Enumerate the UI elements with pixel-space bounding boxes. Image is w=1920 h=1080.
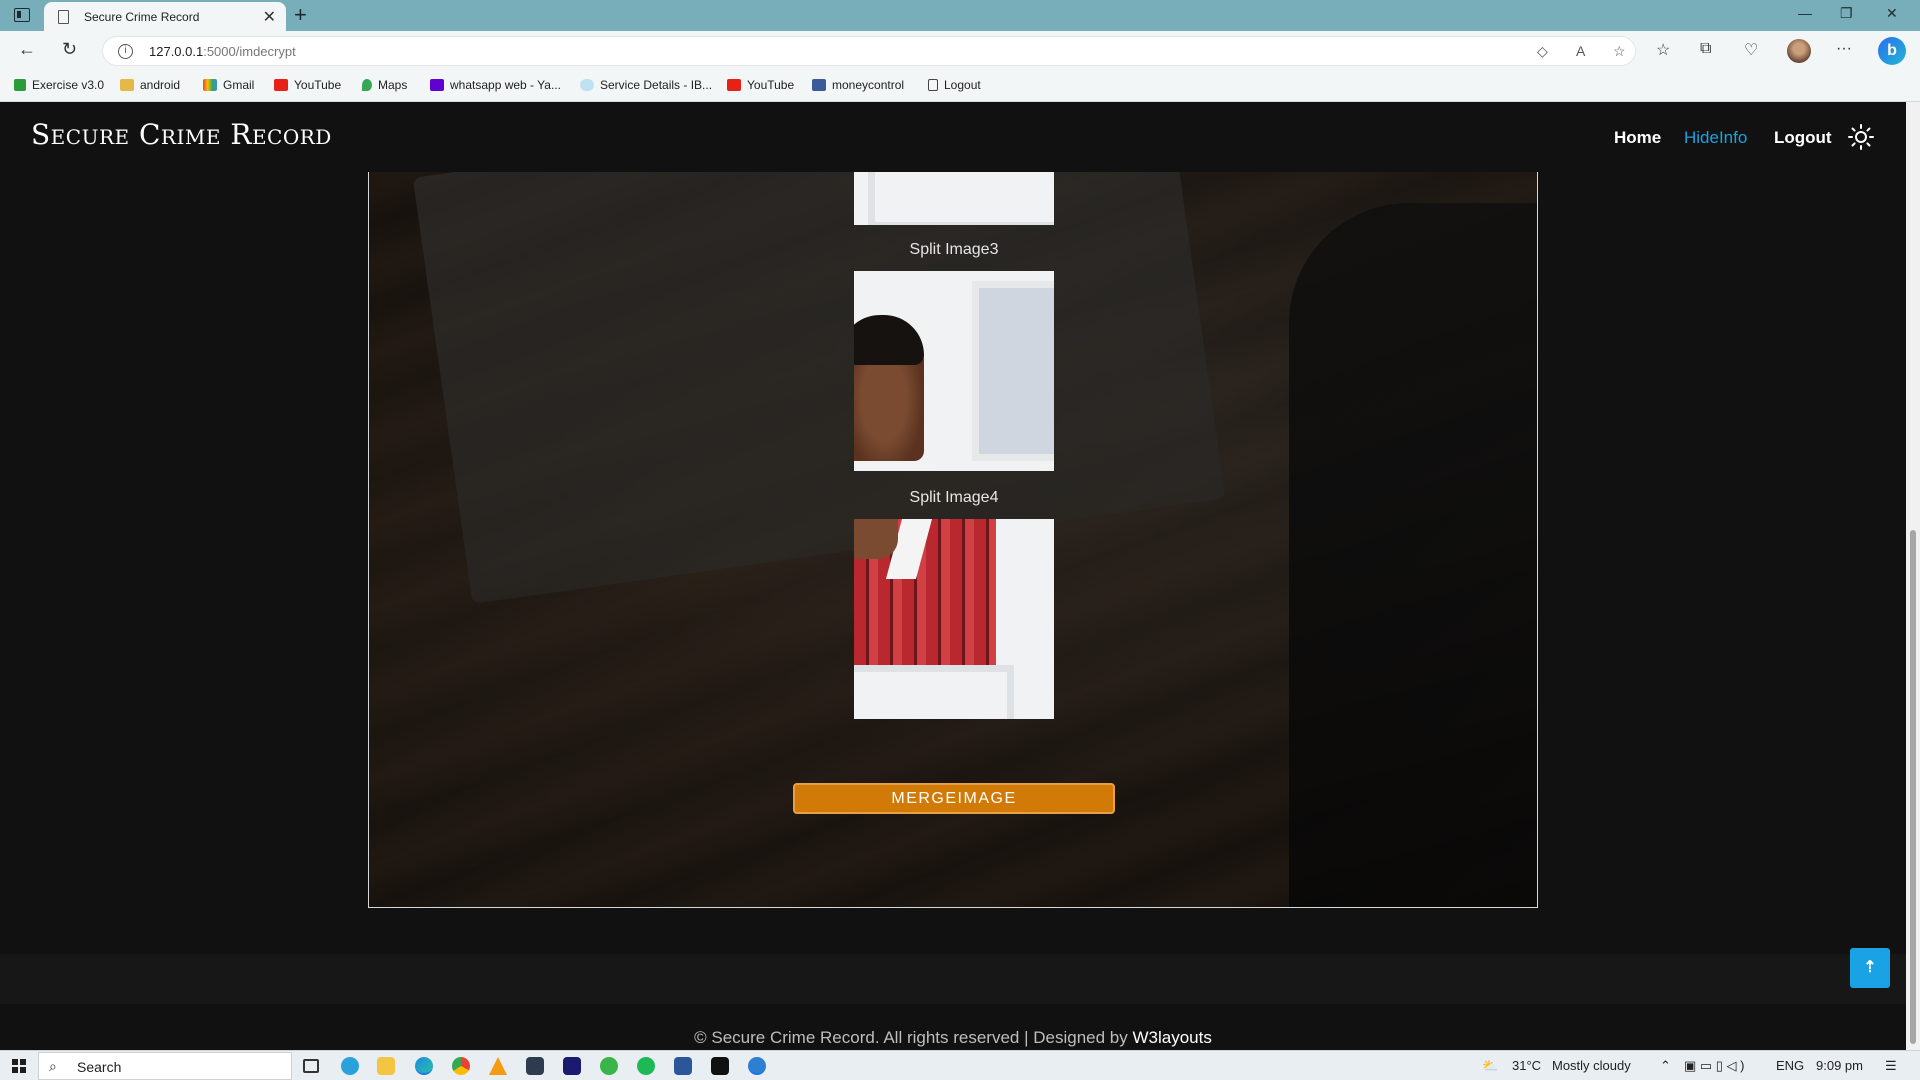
copilot-icon[interactable]: b	[1878, 37, 1906, 65]
profile-avatar[interactable]	[1787, 39, 1811, 63]
more-icon[interactable]: ···	[1836, 40, 1852, 58]
file-explorer-icon[interactable]	[377, 1057, 395, 1075]
restore-icon[interactable]: ❐	[1840, 5, 1853, 22]
bookmark-whatsapp[interactable]: whatsapp web - Ya...	[430, 78, 561, 92]
nav-hideinfo[interactable]: HideInfo	[1684, 128, 1747, 148]
folder-icon	[120, 79, 134, 91]
pycharm-icon[interactable]	[711, 1057, 729, 1075]
bookmark-android[interactable]: android	[120, 78, 180, 92]
favorites-icon[interactable]: ☆	[1656, 40, 1670, 60]
chrome-icon[interactable]	[452, 1057, 470, 1075]
edge-icon[interactable]	[415, 1057, 433, 1075]
kotlin-ide-icon[interactable]	[526, 1057, 544, 1075]
language-indicator[interactable]: ENG	[1776, 1058, 1804, 1073]
scrollbar-thumb[interactable]	[1910, 530, 1916, 1044]
split-image-3	[854, 271, 1054, 471]
page-icon	[58, 10, 69, 24]
bookmark-exercise[interactable]: Exercise v3.0	[14, 78, 104, 92]
footer-copyright: © Secure Crime Record. All rights reserv…	[694, 1028, 1212, 1047]
w-logo-icon	[14, 79, 26, 91]
content-panel: Split Image3 Split Image4 MERGEIMAGE	[368, 142, 1538, 908]
premiere-icon[interactable]	[563, 1057, 581, 1075]
read-aloud-icon[interactable]: A	[1576, 43, 1585, 59]
whatsapp-icon[interactable]	[600, 1057, 618, 1075]
refresh-icon[interactable]: ↻	[62, 39, 77, 60]
weather-temperature[interactable]: 31°C	[1512, 1058, 1541, 1073]
new-tab-icon[interactable]: +	[294, 2, 307, 28]
tray-apps-icon[interactable]: ▣ ▭ ▯ ◁ )	[1684, 1058, 1745, 1074]
bookmark-moneycontrol[interactable]: moneycontrol	[812, 78, 904, 92]
split-image-4	[854, 519, 1054, 719]
clock[interactable]: 9:09 pm	[1816, 1058, 1863, 1073]
theme-toggle-sun-icon[interactable]	[1848, 124, 1874, 150]
vlc-icon[interactable]	[489, 1057, 507, 1075]
split-image3-caption: Split Image3	[909, 241, 999, 258]
weather-icon[interactable]: ⛅	[1482, 1058, 1498, 1074]
bookmark-maps[interactable]: Maps	[362, 78, 407, 92]
address-bar[interactable]: i 127.0.0.1:5000/imdecrypt ◇ A ☆	[102, 36, 1636, 66]
url-text: 127.0.0.1:5000/imdecrypt	[149, 44, 296, 59]
bookmark-youtube-2[interactable]: YouTube	[727, 78, 794, 92]
tab-actions-icon[interactable]	[14, 8, 30, 22]
tag-icon[interactable]: ◇	[1537, 43, 1548, 60]
maps-icon	[362, 79, 372, 91]
yahoo-icon	[430, 79, 444, 91]
gmail-icon	[203, 79, 217, 91]
taskbar-search[interactable]: ⌕ Search	[38, 1052, 292, 1080]
web-page: Split Image3 Split Image4 MERGEIMAGE © S…	[0, 102, 1906, 1050]
nav-home[interactable]: Home	[1614, 128, 1661, 148]
footer-link[interactable]: W3layouts	[1132, 1028, 1211, 1047]
page-scrollbar[interactable]	[1906, 102, 1920, 1050]
weather-condition[interactable]: Mostly cloudy	[1552, 1058, 1631, 1073]
add-favorite-icon[interactable]: ☆	[1613, 43, 1626, 60]
task-view-icon[interactable]	[303, 1059, 319, 1073]
site-info-icon[interactable]: i	[118, 44, 133, 59]
notifications-icon[interactable]: ☰	[1885, 1058, 1897, 1074]
bookmark-gmail[interactable]: Gmail	[203, 78, 254, 92]
search-icon: ⌕	[49, 1058, 57, 1074]
site-brand[interactable]: Secure Crime Record	[31, 118, 332, 151]
bookmark-logout[interactable]: Logout	[928, 78, 981, 92]
cloud-icon	[580, 79, 594, 91]
site-header: Secure Crime Record Home HideInfo Logout	[0, 102, 1906, 172]
back-icon[interactable]: ←	[18, 39, 36, 60]
youtube-icon	[274, 79, 288, 91]
browser-toolbar: ← ↻ i 127.0.0.1:5000/imdecrypt ◇ A ☆ ☆ ⧉…	[0, 31, 1920, 71]
extensions-icon[interactable]: ♡	[1744, 40, 1758, 60]
nav-logout[interactable]: Logout	[1774, 128, 1832, 148]
chevron-up-icon[interactable]: ⌃	[1660, 1058, 1671, 1074]
onedrive-icon[interactable]	[748, 1057, 766, 1075]
minimize-icon[interactable]: —	[1798, 5, 1812, 21]
scroll-to-top-button[interactable]: ⇡	[1850, 948, 1890, 988]
split-image4-caption: Split Image4	[909, 489, 999, 506]
windows-taskbar: ⌕ Search ⛅ 31°C Mostly cloudy ⌃ ▣ ▭ ▯ ◁ …	[0, 1050, 1920, 1080]
word-icon[interactable]	[674, 1057, 692, 1075]
merge-image-button[interactable]: MERGEIMAGE	[793, 783, 1115, 814]
moneycontrol-icon	[812, 79, 826, 91]
close-window-icon[interactable]: ✕	[1886, 5, 1898, 22]
youtube-icon	[727, 79, 741, 91]
footer-band	[0, 954, 1906, 1004]
telegram-icon[interactable]	[341, 1057, 359, 1075]
spotify-icon[interactable]	[637, 1057, 655, 1075]
page-icon	[928, 79, 938, 91]
bookmark-service-details[interactable]: Service Details - IB...	[580, 78, 712, 92]
browser-tab-strip: Secure Crime Record ✕ + — ❐ ✕	[0, 0, 1920, 31]
tab-title: Secure Crime Record	[84, 10, 200, 24]
bookmarks-bar: Exercise v3.0 android Gmail YouTube Maps…	[0, 71, 1920, 102]
windows-start-icon[interactable]	[12, 1059, 26, 1073]
bookmark-youtube[interactable]: YouTube	[274, 78, 341, 92]
browser-tab[interactable]: Secure Crime Record ✕	[44, 2, 286, 31]
close-tab-icon[interactable]: ✕	[263, 7, 276, 27]
collections-icon[interactable]: ⧉	[1700, 40, 1711, 58]
